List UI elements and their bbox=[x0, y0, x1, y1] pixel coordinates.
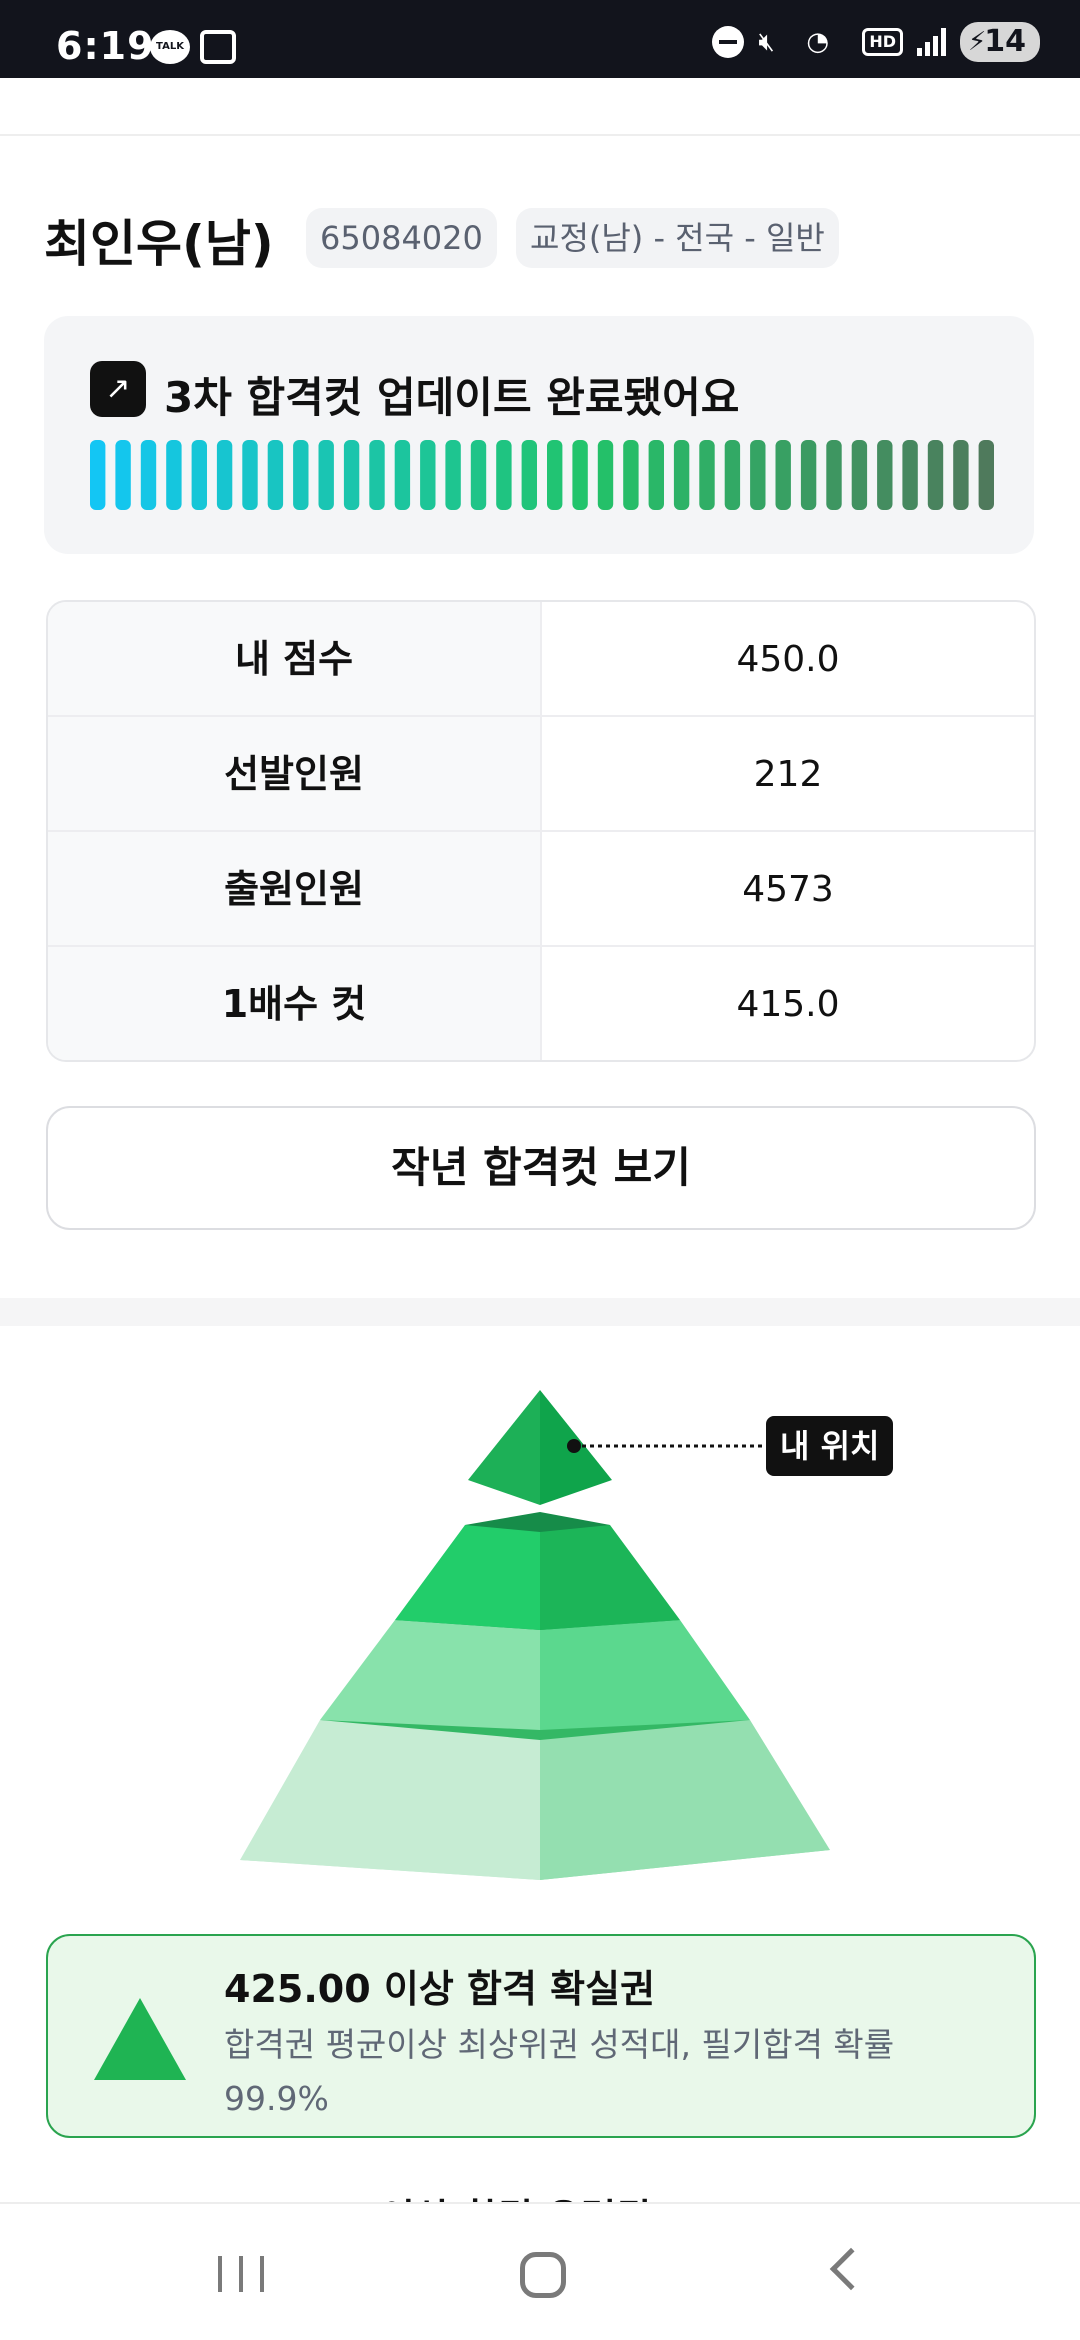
progress-segment bbox=[470, 440, 487, 510]
back-button[interactable] bbox=[829, 2247, 873, 2291]
row-value: 415.0 bbox=[736, 984, 840, 1025]
table-row: 출원인원 4573 bbox=[48, 832, 1034, 947]
triangle-icon bbox=[94, 1998, 186, 2080]
last-year-cutoff-button[interactable]: 작년 합격컷 보기 bbox=[46, 1106, 1036, 1230]
exam-id-chip: 65084020 bbox=[306, 208, 497, 268]
progress-segment bbox=[166, 440, 182, 510]
row-value: 450.0 bbox=[736, 639, 840, 680]
progress-segment bbox=[978, 440, 994, 510]
row-label: 출원인원 bbox=[48, 832, 542, 945]
pyramid-tier-4-right-face bbox=[540, 1720, 830, 1880]
progress-segment bbox=[902, 440, 918, 510]
progress-segment bbox=[420, 440, 436, 510]
update-progress-bar bbox=[90, 440, 994, 510]
recent-apps-button[interactable] bbox=[218, 2256, 264, 2292]
progress-segment bbox=[445, 440, 461, 510]
progress-segment bbox=[140, 440, 157, 510]
table-row: 1배수 컷 415.0 bbox=[48, 947, 1034, 1060]
trend-up-icon: ↗ bbox=[90, 361, 146, 417]
progress-segment bbox=[699, 440, 715, 510]
candidate-name: 최인우(남) bbox=[44, 215, 274, 273]
tier-description: 합격권 평균이상 최상위권 성적대, 필기합격 확률 99.9% bbox=[224, 2025, 895, 2118]
do-not-disturb-icon bbox=[712, 26, 745, 58]
table-row: 선발인원 212 bbox=[48, 717, 1034, 832]
progress-segment bbox=[521, 440, 537, 510]
wifi-icon: ◔ bbox=[806, 27, 830, 57]
signal-icon bbox=[917, 28, 946, 56]
progress-segment bbox=[597, 440, 614, 510]
progress-segment bbox=[191, 440, 207, 510]
mute-icon: 🔇︎ bbox=[758, 27, 775, 57]
pyramid-tier-4-left-face bbox=[240, 1720, 540, 1880]
progress-segment bbox=[242, 440, 258, 510]
pyramid-tier-1-left-face bbox=[468, 1390, 540, 1505]
progress-segment bbox=[267, 440, 284, 510]
progress-segment bbox=[90, 440, 106, 510]
screenshot-icon bbox=[200, 30, 236, 64]
progress-segment bbox=[800, 440, 817, 510]
top-nav bbox=[0, 78, 1080, 136]
progress-segment bbox=[623, 440, 639, 510]
score-table: 내 점수 450.0 선발인원 212 출원인원 4573 1배수 컷 415.… bbox=[46, 600, 1036, 1062]
row-label: 내 점수 bbox=[48, 602, 542, 715]
row-label: 1배수 컷 bbox=[48, 947, 542, 1060]
progress-segment bbox=[750, 440, 766, 510]
my-position-tag: 내 위치 bbox=[766, 1416, 894, 1476]
progress-segment bbox=[572, 440, 588, 510]
progress-segment bbox=[648, 440, 664, 510]
tier-card: 425.00 이상 합격 확실권 합격권 평균이상 최상위권 성적대, 필기합격… bbox=[46, 1934, 1036, 2138]
home-button[interactable] bbox=[520, 2252, 566, 2298]
row-value: 212 bbox=[753, 754, 823, 795]
progress-segment bbox=[826, 440, 842, 510]
status-bar: 6:19 TALK 🔇︎ ◔ HD 14 bbox=[0, 0, 1080, 78]
progress-segment bbox=[394, 440, 411, 510]
progress-segment bbox=[927, 440, 944, 510]
progress-segment bbox=[343, 440, 360, 510]
pyramid-tier-3-left-face bbox=[320, 1618, 540, 1730]
battery-indicator: 14 bbox=[960, 22, 1040, 62]
section-divider bbox=[0, 1298, 1080, 1326]
pyramid-tier-2-left-face bbox=[395, 1520, 540, 1630]
progress-segment bbox=[851, 440, 868, 510]
progress-segment bbox=[724, 440, 741, 510]
progress-segment bbox=[877, 440, 893, 510]
status-time: 6:19 bbox=[56, 24, 155, 68]
pyramid-tier-3-right-face bbox=[540, 1618, 750, 1730]
progress-segment bbox=[216, 440, 233, 510]
category-chip: 교정(남) - 전국 - 일반 bbox=[516, 208, 839, 268]
progress-segment bbox=[318, 440, 334, 510]
progress-segment bbox=[547, 440, 563, 510]
progress-segment bbox=[293, 440, 309, 510]
update-card: ↗ 3차 합격컷 업데이트 완료됐어요 bbox=[44, 316, 1034, 554]
system-nav-bar bbox=[0, 2202, 1080, 2340]
row-label: 선발인원 bbox=[48, 717, 542, 830]
progress-segment bbox=[953, 440, 969, 510]
hd-icon: HD bbox=[862, 28, 903, 56]
pyramid-tier-2-right-face bbox=[540, 1520, 680, 1630]
progress-segment bbox=[496, 440, 512, 510]
progress-segment bbox=[369, 440, 385, 510]
kakaotalk-icon: TALK bbox=[150, 30, 190, 64]
update-title: 3차 합격컷 업데이트 완료됐어요 bbox=[164, 373, 740, 422]
progress-segment bbox=[115, 440, 131, 510]
progress-segment bbox=[673, 440, 690, 510]
table-row: 내 점수 450.0 bbox=[48, 602, 1034, 717]
tier-title: 425.00 이상 합격 확실권 bbox=[224, 1967, 656, 2011]
progress-segment bbox=[775, 440, 791, 510]
row-value: 4573 bbox=[742, 869, 834, 910]
